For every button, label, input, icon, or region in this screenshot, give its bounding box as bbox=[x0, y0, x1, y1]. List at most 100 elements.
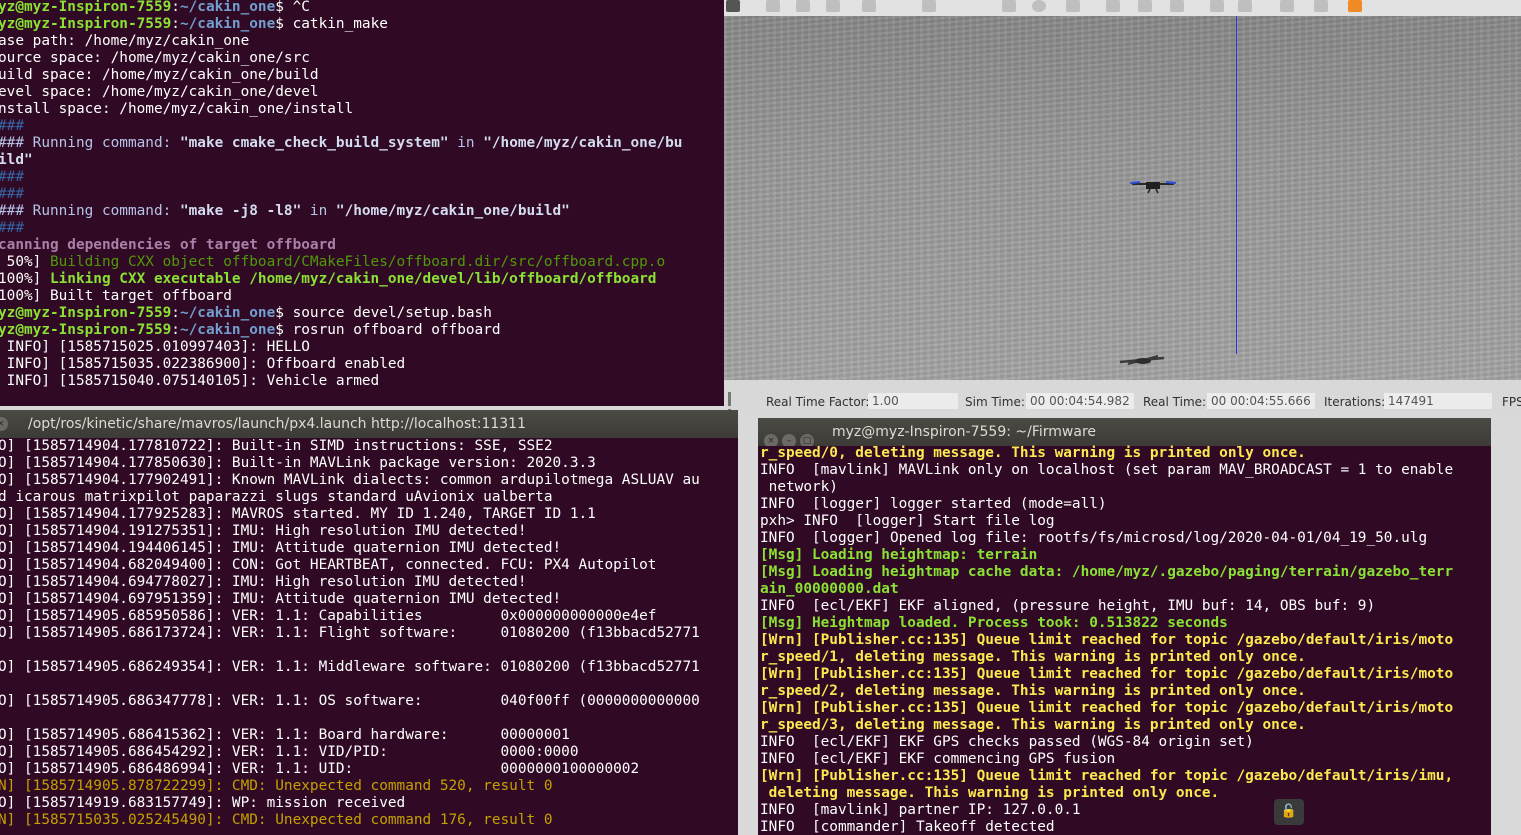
translate-tool-icon[interactable] bbox=[766, 0, 780, 12]
terminal-text: O] [1585714904.177850630]: Built-in MAVL… bbox=[0, 455, 596, 471]
point-light-icon[interactable] bbox=[1106, 0, 1120, 12]
terminal-text: INFO [ecl/EKF] EKF commencing GPS fusion bbox=[760, 751, 1116, 767]
terminal-text: [Msg] Loading heightmap: terrain bbox=[760, 547, 1038, 563]
sim-time-value: 00 00:04:54.982 bbox=[1026, 393, 1134, 409]
directional-light-icon[interactable] bbox=[1170, 0, 1184, 12]
terminal-line: [Msg] Heightmap loaded. Process took: 0.… bbox=[760, 615, 1491, 632]
terminal-text: N] [1585715035.025245490]: CMD: Unexpect… bbox=[0, 812, 553, 828]
terminal-line: yz@myz-Inspiron-7559:~/cakin_one$ ^C bbox=[0, 0, 724, 16]
drone-model[interactable] bbox=[1128, 178, 1178, 196]
terminal-text: yz@myz-Inspiron-7559 bbox=[0, 305, 172, 321]
terminal-text: "make cmake_check_build_system" bbox=[179, 135, 449, 151]
terminal-text: INFO [mavlink] MAVLink only on localhost… bbox=[760, 462, 1454, 478]
terminal-line: O] [1585714905.686415362]: VER: 1.1: Boa… bbox=[0, 727, 738, 744]
terminal-text: ~/cakin_one bbox=[179, 0, 276, 15]
terminal-text: $ rosrun offboard offboard bbox=[275, 322, 501, 338]
terminal-mavros-title: /opt/ros/kinetic/share/mavros/launch/px4… bbox=[28, 416, 526, 432]
terminal-text: O] [1585714904.191275351]: IMU: High res… bbox=[0, 523, 527, 539]
terminal-text: r_speed/3, deleting message. This warnin… bbox=[760, 717, 1306, 733]
terminal-line: r_speed/1, deleting message. This warnin… bbox=[760, 649, 1491, 666]
terminal-line: O] [1585714904.177902491]: Known MAVLink… bbox=[0, 472, 738, 489]
terminal-text: canning dependencies of target offboard bbox=[0, 237, 336, 253]
terminal-text: ~/cakin_one bbox=[179, 322, 276, 338]
terminal-text: ~/cakin_one bbox=[179, 305, 276, 321]
terminal-text: "/home/myz/cakin_one/build" bbox=[335, 203, 570, 219]
terminal-text: $ catkin_make bbox=[275, 16, 388, 32]
terminal-line: [Msg] Loading heightmap cache data: /hom… bbox=[760, 564, 1491, 581]
terminal-line: INFO] [1585715025.010997403]: HELLO bbox=[0, 339, 724, 356]
terminal-line: O] [1585714904.177850630]: Built-in MAVL… bbox=[0, 455, 738, 472]
terminal-line: O] [1585714904.194406145]: IMU: Attitude… bbox=[0, 540, 738, 557]
terminal-line: [Wrn] [Publisher.cc:135] Queue limit rea… bbox=[760, 666, 1491, 683]
terminal-line: INFO [logger] Opened log file: rootfs/fs… bbox=[760, 530, 1491, 547]
terminal-line: 100%] Linking CXX executable /home/myz/c… bbox=[0, 271, 724, 288]
terminal-mavros[interactable]: × /opt/ros/kinetic/share/mavros/launch/p… bbox=[0, 410, 738, 835]
terminal-firmware-title: myz@myz-Inspiron-7559: ~/Firmware bbox=[832, 424, 1097, 440]
terminal-text: : bbox=[171, 0, 180, 15]
terminal-line: INFO] [1585715035.022386900]: Offboard e… bbox=[0, 356, 724, 373]
z-axis-line bbox=[1236, 16, 1237, 354]
undo-icon[interactable] bbox=[862, 0, 876, 12]
terminal-line: O] [1585714905.686249354]: VER: 1.1: Mid… bbox=[0, 659, 738, 676]
screenshot-icon[interactable] bbox=[1348, 0, 1362, 12]
terminal-line: ase path: /home/myz/cakin_one bbox=[0, 33, 724, 50]
terminal-text: [Wrn] [Publisher.cc:135] Queue limit rea… bbox=[760, 666, 1454, 682]
terminal-catkin[interactable]: yz@myz-Inspiron-7559:~/cakin_one$ ^C yz@m… bbox=[0, 0, 724, 406]
terminal-line: yz@myz-Inspiron-7559:~/cakin_one$ rosrun… bbox=[0, 322, 724, 339]
paste-icon[interactable] bbox=[1238, 0, 1252, 12]
terminal-line: r_speed/2, deleting message. This warnin… bbox=[760, 683, 1491, 700]
terminal-text: yz@myz-Inspiron-7559 bbox=[0, 322, 172, 338]
select-tool-icon[interactable] bbox=[726, 0, 740, 12]
terminal-mavros-output: O] [1585714904.177810722]: Built-in SIMD… bbox=[0, 438, 738, 829]
terminal-text: O] [1585714905.686249354]: VER: 1.1: Mid… bbox=[0, 659, 700, 675]
gazebo-3d-scene[interactable] bbox=[724, 16, 1521, 380]
terminal-text: INFO [mavlink] partner IP: 127.0.0.1 bbox=[760, 802, 1081, 818]
terminal-text: $ source devel/setup.bash bbox=[275, 305, 492, 321]
terminal-line: N] [1585715035.025245490]: CMD: Unexpect… bbox=[0, 812, 738, 829]
copy-icon[interactable] bbox=[1210, 0, 1224, 12]
terminal-text: ### bbox=[0, 118, 24, 134]
gazebo-time-panel: Real Time Factor: 1.00 Sim Time: 00 00:0… bbox=[724, 380, 1521, 412]
sphere-shape-icon[interactable] bbox=[1032, 0, 1046, 12]
terminal-line: ain_00000000.dat bbox=[760, 581, 1491, 598]
terminal-firmware[interactable]: × – □ myz@myz-Inspiron-7559: ~/Firmware r_… bbox=[758, 418, 1491, 835]
rotate-tool-icon[interactable] bbox=[796, 0, 810, 12]
scale-tool-icon[interactable] bbox=[826, 0, 840, 12]
spot-light-icon[interactable] bbox=[1138, 0, 1152, 12]
cylinder-shape-icon[interactable] bbox=[1066, 0, 1080, 12]
terminal-line: O] [1585714905.686486994]: VER: 1.1: UID… bbox=[0, 761, 738, 778]
close-icon[interactable]: × bbox=[0, 417, 8, 431]
fps-label: FPS bbox=[1502, 395, 1521, 409]
terminal-text: ### Running command: bbox=[0, 135, 180, 151]
align-icon[interactable] bbox=[1280, 0, 1294, 12]
terminal-text: O] [1585714905.686486994]: VER: 1.1: UID… bbox=[0, 761, 640, 777]
terminal-text: O] [1585714904.194406145]: IMU: Attitude… bbox=[0, 540, 562, 556]
terminal-text: O] [1585714905.685950586]: VER: 1.1: Cap… bbox=[0, 608, 657, 624]
terminal-text: O] [1585714904.694778027]: IMU: High res… bbox=[0, 574, 527, 590]
terminal-line: ource space: /home/myz/cakin_one/src bbox=[0, 50, 724, 67]
box-shape-icon[interactable] bbox=[1002, 0, 1016, 12]
terminal-text: INFO [logger] logger started (mode=all) bbox=[760, 496, 1107, 512]
terminal-text: O] [1585714904.177925283]: MAVROS starte… bbox=[0, 506, 596, 522]
terminal-text: ### bbox=[0, 169, 24, 185]
terminal-text: O] [1585714905.686454292]: VER: 1.1: VID… bbox=[0, 744, 579, 760]
terminal-text: [Wrn] [Publisher.cc:135] Queue limit rea… bbox=[760, 768, 1454, 784]
terminal-text: INFO] [1585715035.022386900]: Offboard e… bbox=[0, 356, 406, 372]
terminal-line: yz@myz-Inspiron-7559:~/cakin_one$ catkin… bbox=[0, 16, 724, 33]
redo-icon[interactable] bbox=[922, 0, 936, 12]
terminal-line: N] [1585714905.878722299]: CMD: Unexpect… bbox=[0, 778, 738, 795]
terminal-line: O] [1585714904.177925283]: MAVROS starte… bbox=[0, 506, 738, 523]
terminal-line: canning dependencies of target offboard bbox=[0, 237, 724, 254]
gazebo-window[interactable]: Real Time Factor: 1.00 Sim Time: 00 00:0… bbox=[724, 0, 1521, 412]
snap-icon[interactable] bbox=[1314, 0, 1328, 12]
terminal-line: [Wrn] [Publisher.cc:135] Queue limit rea… bbox=[760, 768, 1491, 785]
pause-icon[interactable] bbox=[728, 392, 738, 412]
terminal-text: N] [1585714905.878722299]: CMD: Unexpect… bbox=[0, 778, 553, 794]
lock-icon[interactable]: 🔓 bbox=[1274, 799, 1304, 825]
terminal-text: nstall space: /home/myz/cakin_one/instal… bbox=[0, 101, 354, 117]
terminal-text: "make -j8 -l8" bbox=[179, 203, 302, 219]
terminal-text: ### Running command: bbox=[0, 203, 180, 219]
terminal-firmware-titlebar[interactable]: × – □ myz@myz-Inspiron-7559: ~/Firmware bbox=[758, 418, 1491, 446]
terminal-mavros-titlebar[interactable]: × /opt/ros/kinetic/share/mavros/launch/p… bbox=[0, 410, 738, 438]
